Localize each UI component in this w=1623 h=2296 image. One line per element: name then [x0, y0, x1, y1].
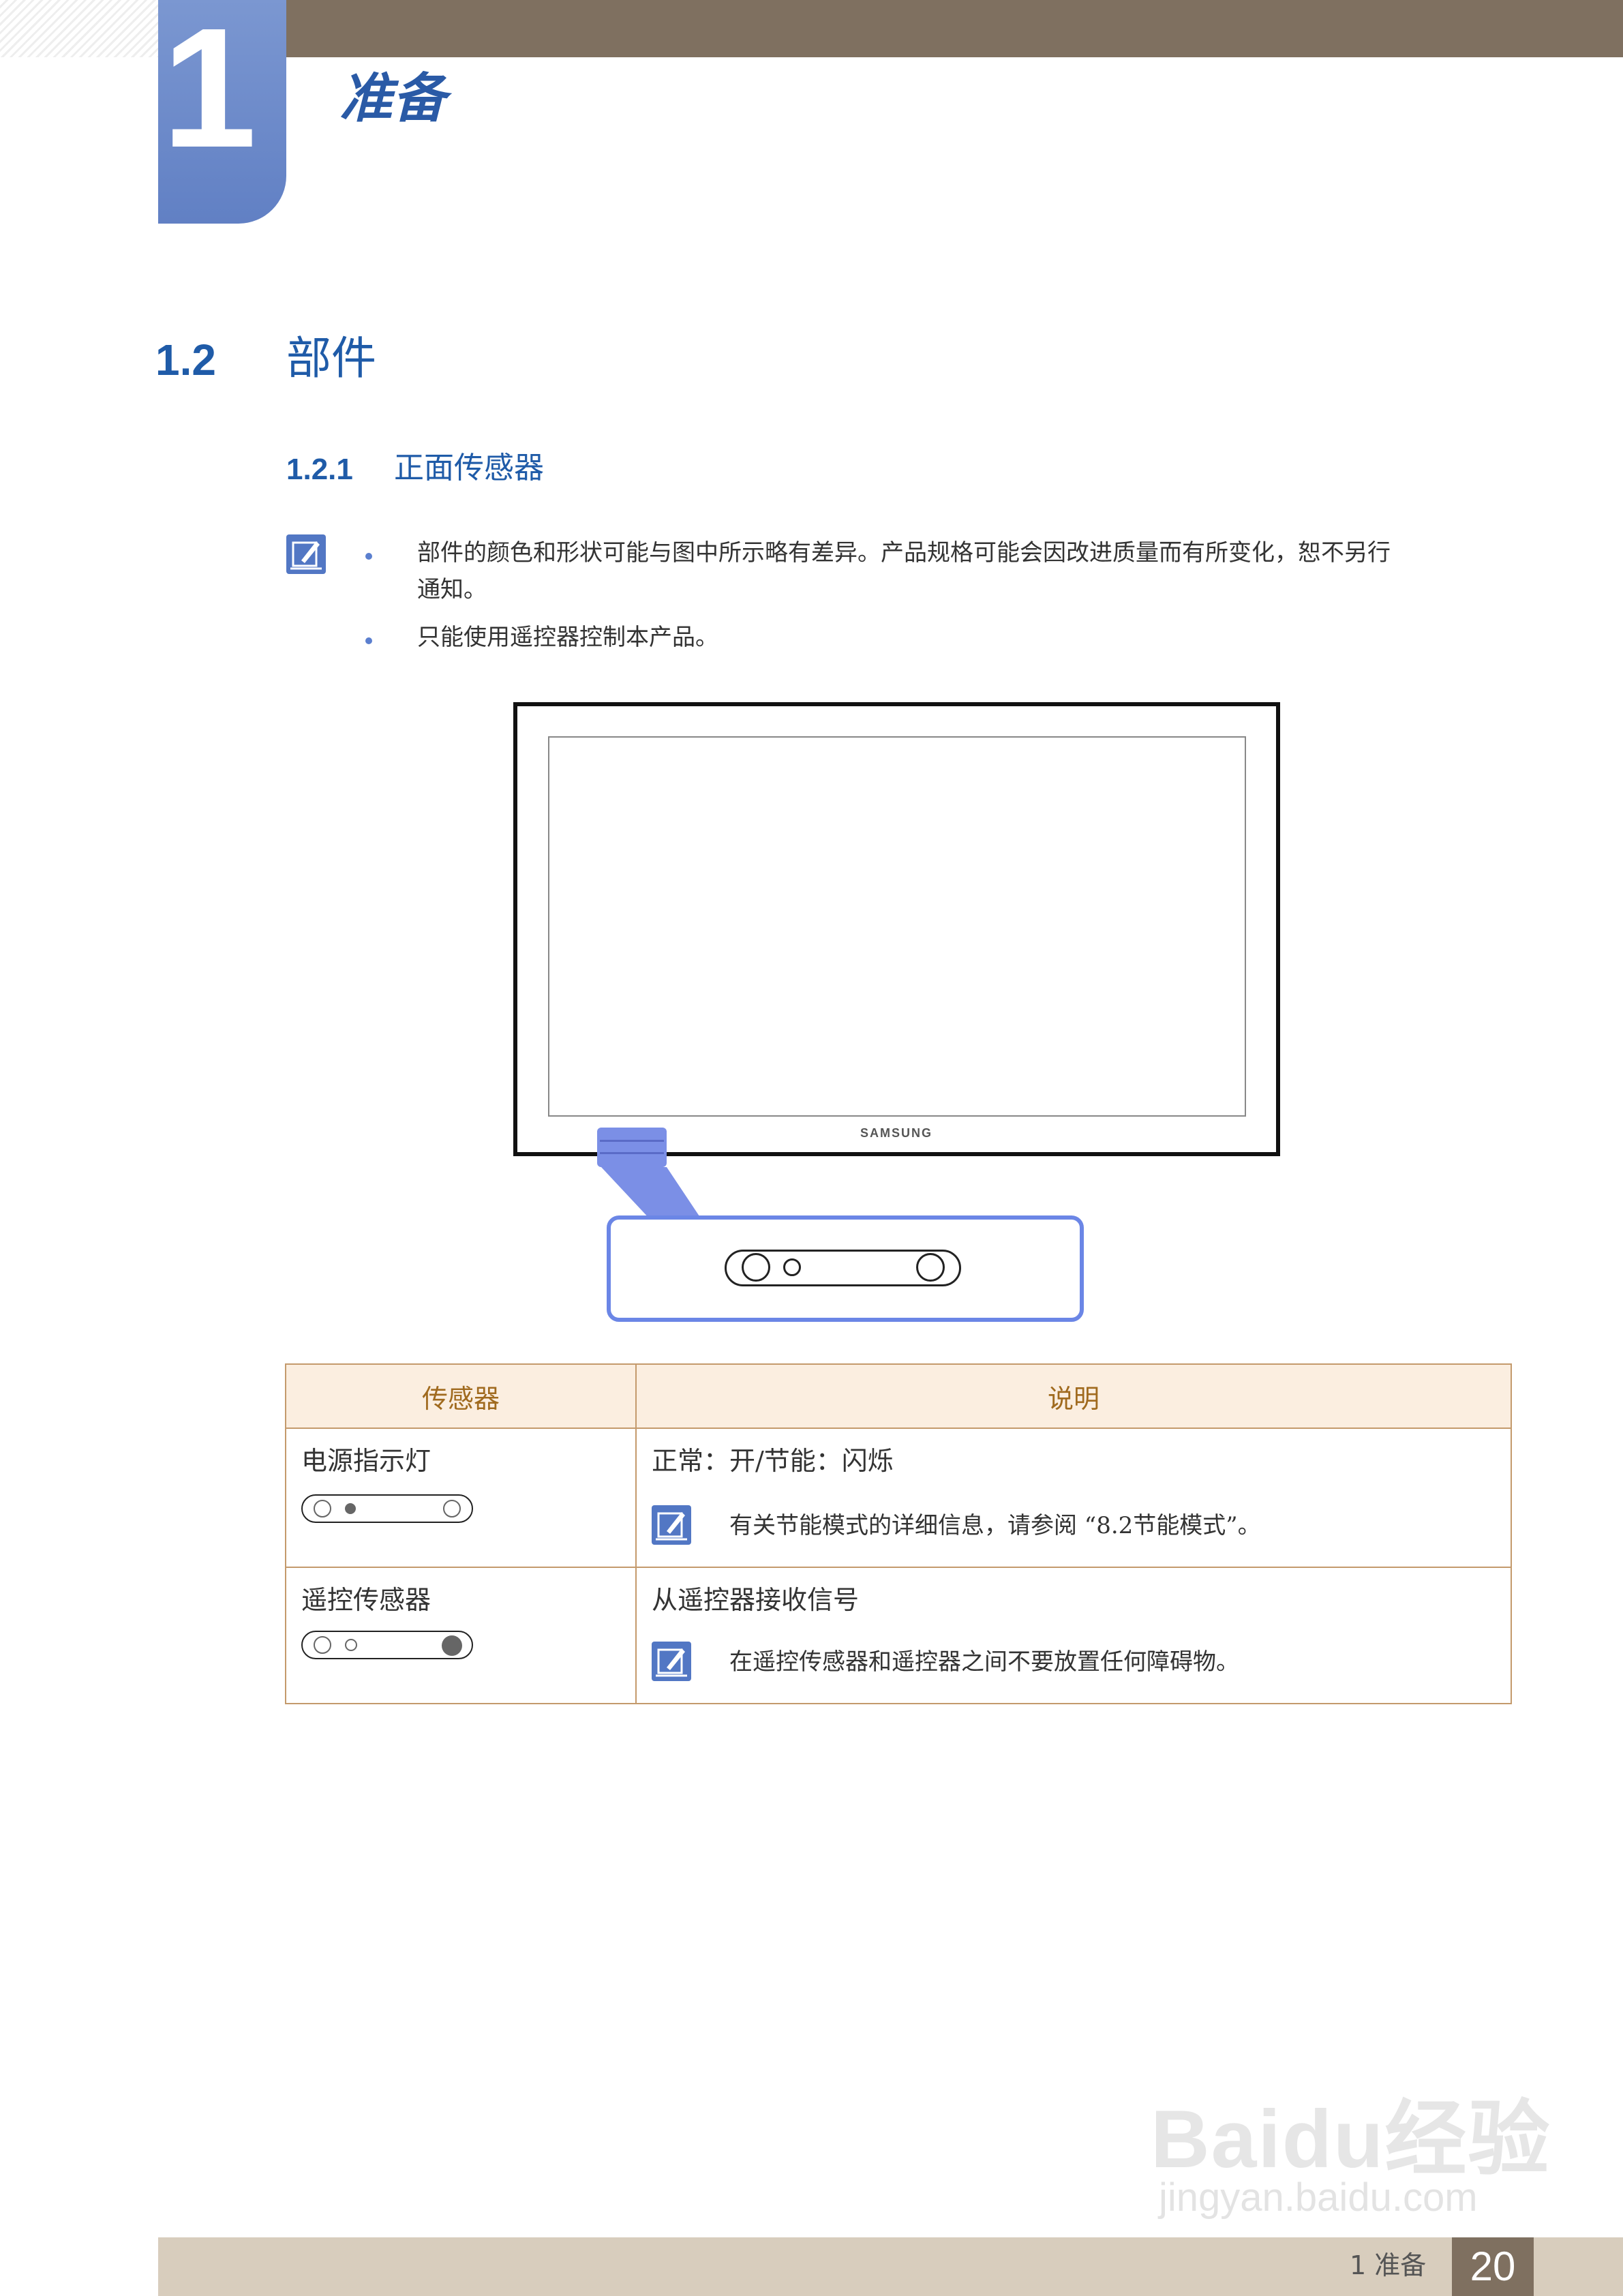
table-cell-description: 正常：开/节能：闪烁 有关节能模式的详细信息，请参阅 “8.2节能模式”。 [635, 1428, 1512, 1568]
footer-chapter-label: 1 准备 [1350, 2250, 1427, 2280]
power-indicator-icon [345, 1503, 356, 1514]
sensor-circle-icon [345, 1639, 357, 1651]
sensor-description: 从遥控器接收信号 [652, 1585, 860, 1615]
sensor-description: 正常：开/节能：闪烁 [652, 1446, 894, 1476]
watermark-brand: Baidu经验 [1151, 2094, 1551, 2185]
table-header-sensor: 传感器 [285, 1363, 637, 1429]
table-row: 遥控传感器 从遥控器接收信号 在遥控传感器和遥控器之间不要放置任何障碍物。 [285, 1567, 1512, 1704]
sensor-circle-icon [314, 1636, 331, 1654]
table-cell-sensor: 遥控传感器 [285, 1567, 637, 1704]
sensor-circle-icon [443, 1500, 461, 1517]
sensor-circle-icon [314, 1500, 331, 1517]
page-number: 20 [1452, 2237, 1534, 2296]
sensor-circle-icon [742, 1253, 770, 1282]
table-cell-sensor: 电源指示灯 [285, 1428, 637, 1568]
sensor-name: 遥控传感器 [301, 1585, 431, 1615]
watermark-url: jingyan.baidu.com [1159, 2175, 1478, 2220]
note-icon [652, 1642, 691, 1681]
remote-sensor-icon [442, 1635, 462, 1656]
table-header-description: 说明 [635, 1363, 1512, 1429]
table-cell-description: 从遥控器接收信号 在遥控传感器和遥控器之间不要放置任何障碍物。 [635, 1567, 1512, 1704]
sensor-circle-icon [916, 1253, 945, 1282]
callout-pointer [601, 1167, 702, 1220]
sensor-name: 电源指示灯 [301, 1446, 431, 1476]
sensor-circle-icon [783, 1258, 801, 1276]
sensor-table: 传感器 说明 电源指示灯 正常：开/节能：闪烁 有关节能模式的详细信息，请参阅 … [285, 1363, 1512, 1704]
note-icon [652, 1505, 691, 1545]
sensor-note: 在遥控传感器和遥控器之间不要放置任何障碍物。 [729, 1648, 1239, 1676]
table-row: 电源指示灯 正常：开/节能：闪烁 有关节能模式的详细信息，请参阅 “8.2节能模… [285, 1428, 1512, 1568]
sensor-note: 有关节能模式的详细信息，请参阅 “8.2节能模式”。 [729, 1512, 1261, 1539]
